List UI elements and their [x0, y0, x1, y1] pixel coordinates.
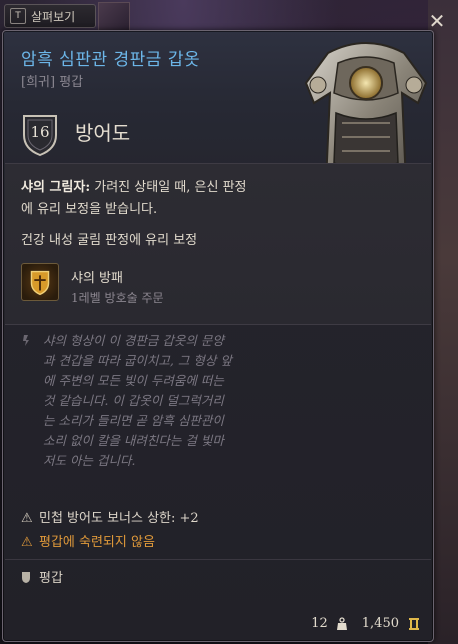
- item-rarity-type: [희귀] 평갑: [21, 75, 84, 90]
- property-text-cont: 에 유리 보정을 받습니다.: [21, 202, 158, 217]
- gold-value: 1,450: [361, 616, 399, 631]
- flavor-line: 것 같습니다. 이 갑옷이 덜그럭거리: [43, 393, 224, 408]
- close-icon[interactable]: ✕: [426, 9, 448, 33]
- spell-level-school: 1레벨 방호술 주문: [71, 291, 164, 305]
- warning-icon: ⚠: [21, 511, 33, 526]
- armor-class-value: 16: [30, 123, 50, 141]
- armor-proficiency-label: 평갑: [39, 571, 63, 586]
- flavor-line: 과 견갑을 따라 굽이치고, 그 형상 앞: [43, 353, 232, 368]
- flavor-line: 는 소리가 들리면 곧 암흑 심판관이: [43, 413, 224, 428]
- gold-coin-icon: [409, 617, 419, 630]
- flavor-line: 소리 없이 칼을 내려친다는 걸 빛마: [43, 433, 224, 448]
- flavor-line: 에 주변의 모든 빛이 두려움에 떠는: [43, 373, 224, 388]
- warning-icon: ⚠: [21, 535, 33, 550]
- keybind-badge: T: [10, 8, 26, 24]
- weight-value: 12: [311, 616, 328, 631]
- flavor-text: 샤의 형상이 이 경판금 갑옷의 문양 과 견갑을 따라 굽이치고, 그 형상 …: [43, 331, 295, 471]
- flavor-line: 샤의 형상이 이 경판금 갑옷의 문양: [43, 333, 224, 348]
- property-title: 샤의 그림자:: [21, 180, 91, 195]
- flavor-line: 저도 아는 겁니다.: [43, 453, 136, 468]
- shadow-of-shar-property: 샤의 그림자: 가려진 상태일 때, 은신 판정 에 유리 보정을 받습니다.: [21, 177, 321, 221]
- dex-cap-text: 민첩 방어도 보너스 상한: +2: [39, 511, 199, 526]
- item-tooltip: 암흑 심판관 경판금 갑옷 [희귀] 평갑 16 방어도 샤의 그림자: 가려진…: [2, 30, 434, 642]
- property-text: 가려진 상태일 때, 은신 판정: [94, 180, 247, 195]
- spell-name: 샤의 방패: [71, 271, 123, 286]
- shield-of-shar-icon[interactable]: [21, 263, 59, 301]
- inspect-label: 살펴보기: [31, 9, 76, 24]
- constitution-save-property: 건강 내성 굴림 판정에 유리 보정: [21, 233, 198, 248]
- divider: [5, 559, 431, 560]
- not-proficient-text: 평갑에 숙련되지 않음: [39, 535, 155, 550]
- armor-proficiency: 평갑: [21, 567, 63, 586]
- quote-icon: [23, 335, 29, 346]
- item-footer: 12 1,450: [311, 616, 421, 631]
- item-name: 암흑 심판관 경판금 갑옷: [21, 50, 201, 70]
- armor-type-icon: [22, 572, 30, 583]
- dex-cap-note: ⚠ 민첩 방어도 보너스 상한: +2: [21, 507, 199, 526]
- divider: [5, 324, 431, 325]
- armor-class-label: 방어도: [75, 121, 131, 145]
- portrait-frame: [98, 2, 130, 32]
- weight-icon: [336, 616, 347, 630]
- inspect-button[interactable]: T 살펴보기: [4, 4, 96, 28]
- not-proficient-warning: ⚠ 평갑에 숙련되지 않음: [21, 531, 155, 550]
